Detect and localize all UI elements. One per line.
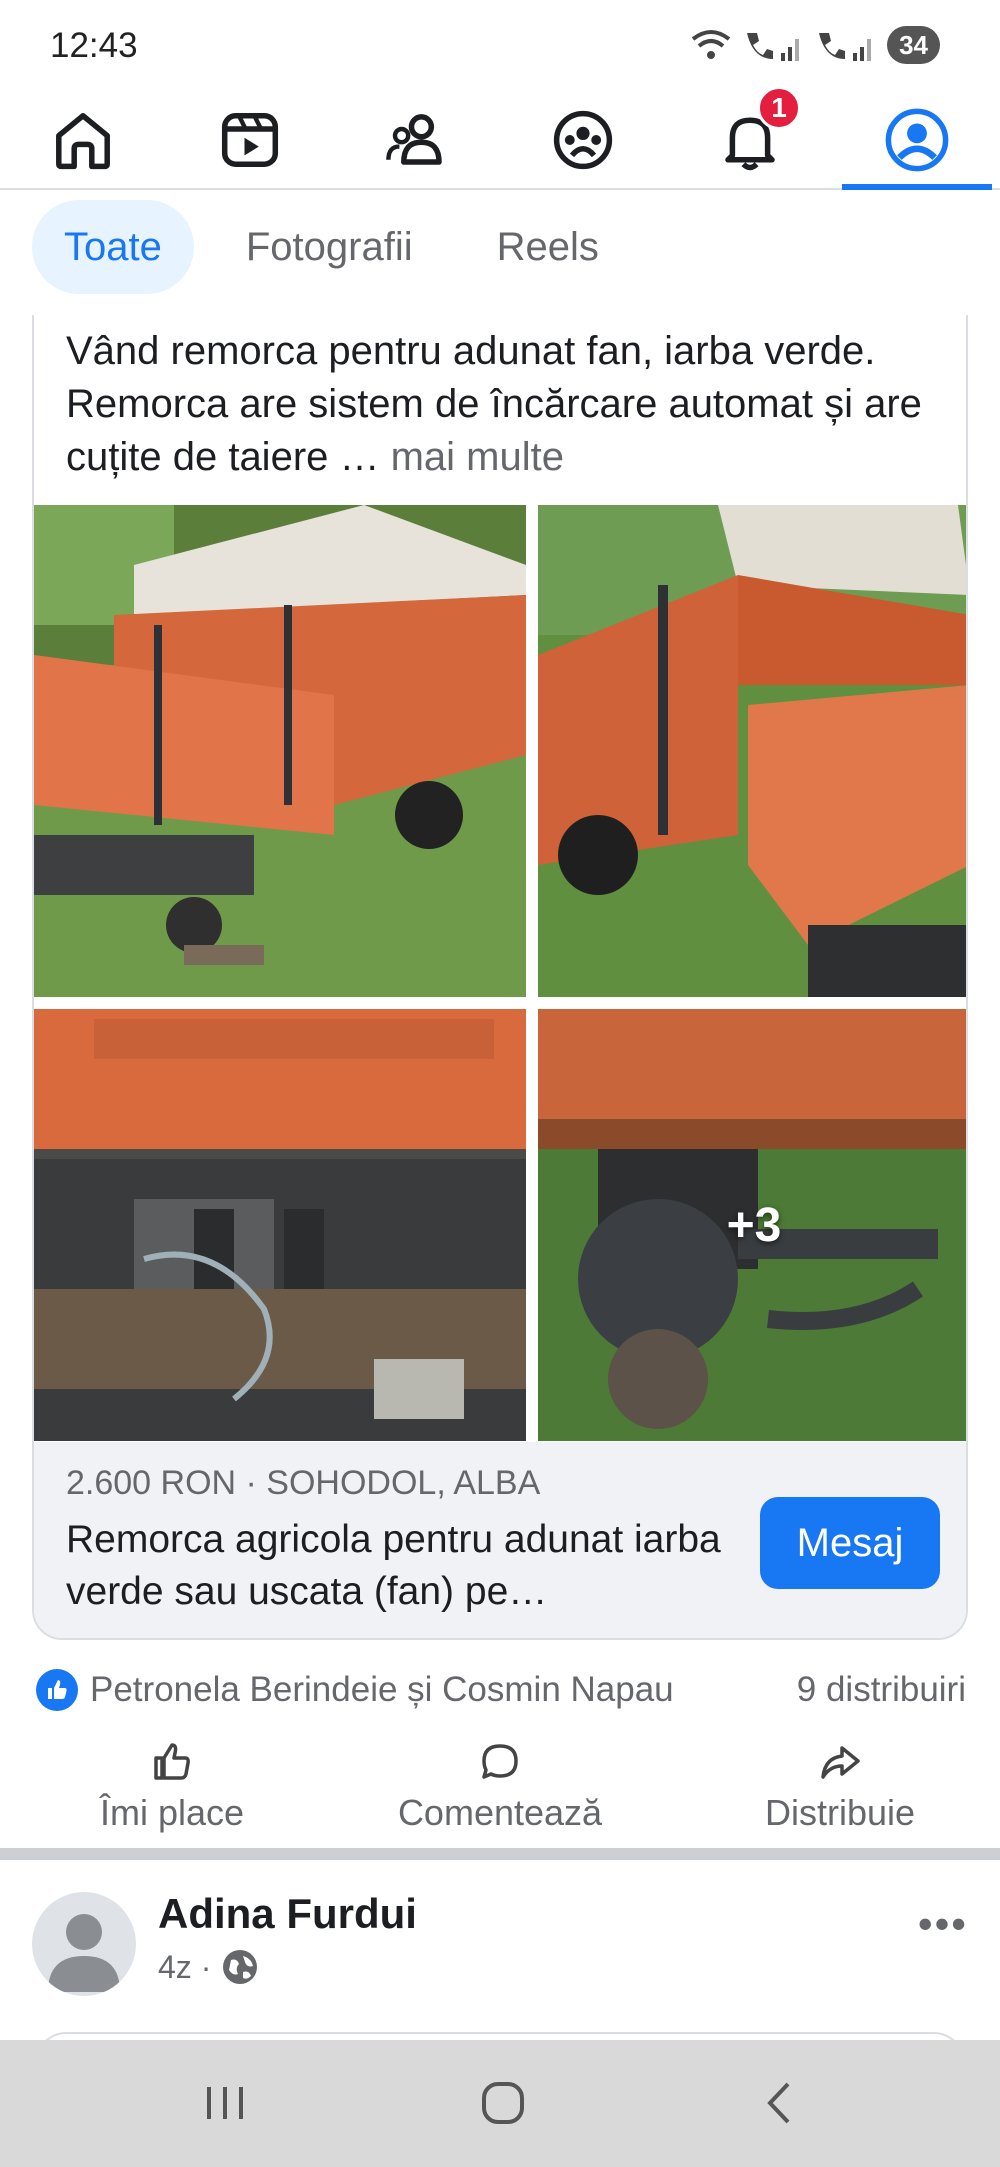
back-icon	[767, 2082, 790, 2124]
status-bar: 12:43 34	[0, 0, 1000, 90]
nav-profile[interactable]	[852, 90, 982, 190]
recent-apps-icon	[207, 2087, 243, 2119]
share-label: Distribuie	[764, 1792, 916, 1833]
post-card: Vând remorca pentru adunat fan, iarba ve…	[32, 315, 968, 1640]
nav-video[interactable]	[185, 90, 315, 190]
listing-info[interactable]: 2.600 RON · SOHODOL, ALBA Remorca agrico…	[34, 1442, 966, 1638]
message-button[interactable]: Mesaj	[760, 1497, 940, 1589]
tab-fotografii[interactable]: Fotografii	[214, 200, 445, 294]
recent-apps-button[interactable]	[185, 2068, 265, 2138]
avatar[interactable]	[32, 1892, 136, 1996]
profile-icon	[885, 108, 949, 172]
post-timestamp: 4z ·	[158, 1948, 259, 1986]
share-icon	[821, 1746, 860, 1779]
author-name[interactable]: Adina Furdui	[158, 1890, 417, 1938]
post-photo-1[interactable]	[34, 505, 526, 997]
share-button[interactable]: Distribuie	[690, 1740, 990, 1840]
battery-indicator: 34	[887, 26, 940, 64]
nav-home[interactable]	[18, 90, 148, 190]
nav-groups[interactable]	[518, 90, 648, 190]
groups-icon	[553, 110, 613, 170]
like-reaction-icon	[36, 1669, 78, 1711]
more-photos-count[interactable]: +3	[538, 1009, 966, 1441]
post-time-label: 4z ·	[158, 1948, 212, 1985]
next-post-header: Adina Furdui 4z · •••	[0, 1860, 1000, 2062]
home-circle-icon	[482, 2082, 524, 2124]
filter-tabs: Toate Fotografii Reels	[32, 200, 631, 294]
home-icon	[56, 113, 110, 170]
post-actions: Îmi place Comentează Distribuie	[0, 1740, 1000, 1840]
friends-icon	[386, 114, 442, 165]
back-button[interactable]	[740, 2068, 820, 2138]
reactions-row[interactable]: Petronela Berindeie și Cosmin Napau 9 di…	[36, 1665, 966, 1715]
reactors-names[interactable]: Petronela Berindeie și Cosmin Napau	[90, 1670, 674, 1710]
wifi-icon	[691, 30, 731, 59]
nav-friends[interactable]	[352, 90, 482, 190]
like-button[interactable]: Îmi place	[22, 1740, 322, 1840]
more-options-button[interactable]: •••	[918, 1900, 968, 1948]
status-icons: 34	[689, 26, 940, 64]
system-navigation-bar	[0, 2040, 1000, 2167]
signal-icon	[747, 33, 800, 61]
listing-price-location: 2.600 RON · SOHODOL, ALBA	[66, 1464, 541, 1502]
top-navigation: 1	[0, 86, 1000, 190]
status-time: 12:43	[50, 26, 138, 65]
signal-2-icon	[819, 33, 872, 61]
video-icon	[221, 113, 279, 167]
listing-title: Remorca agricola pentru adunat iarba ver…	[66, 1518, 721, 1613]
post-photo-2[interactable]	[538, 505, 966, 997]
nav-notifications[interactable]: 1	[685, 86, 815, 190]
shares-count[interactable]: 9 distribuiri	[797, 1670, 966, 1710]
home-system-button[interactable]	[463, 2068, 543, 2138]
comment-label: Comentează	[397, 1792, 603, 1833]
notification-badge: 1	[757, 86, 801, 130]
comment-icon	[482, 1744, 518, 1779]
active-tab-indicator	[842, 184, 992, 190]
feed-divider	[0, 1848, 1000, 1860]
like-label: Îmi place	[99, 1792, 245, 1833]
like-icon	[154, 1743, 190, 1780]
see-more-link[interactable]: mai multe	[391, 435, 564, 479]
globe-icon	[223, 1950, 258, 1984]
tab-toate[interactable]: Toate	[32, 200, 194, 294]
tab-reels[interactable]: Reels	[465, 200, 631, 294]
post-text: Vând remorca pentru adunat fan, iarba ve…	[66, 325, 966, 484]
post-photo-3[interactable]	[34, 1009, 526, 1441]
comment-button[interactable]: Comentează	[350, 1740, 650, 1840]
post-photo-4[interactable]: +3	[538, 1009, 966, 1441]
